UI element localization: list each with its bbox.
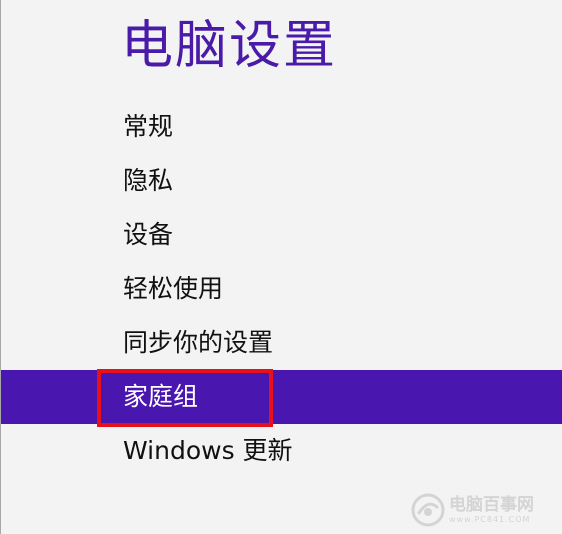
nav-item-windows-update[interactable]: Windows 更新 bbox=[1, 424, 562, 478]
nav-item-label: 家庭组 bbox=[123, 382, 199, 411]
nav-item-privacy[interactable]: 隐私 bbox=[1, 154, 562, 208]
pc-settings-window: 电脑设置 常规 隐私 设备 轻松使用 同步你的设置 家庭组 Windows 更新 bbox=[0, 0, 562, 534]
nav-item-label: 常规 bbox=[123, 112, 174, 141]
watermark-subtext: www.PC841.COM bbox=[449, 514, 531, 524]
watermark-text: 电脑百事网 bbox=[449, 494, 534, 515]
nav-item-general[interactable]: 常规 bbox=[1, 100, 562, 154]
nav-item-label: 隐私 bbox=[123, 166, 174, 195]
nav-item-homegroup[interactable]: 家庭组 bbox=[1, 370, 562, 424]
nav-item-label: 设备 bbox=[123, 220, 174, 249]
nav-item-sync-settings[interactable]: 同步你的设置 bbox=[1, 316, 562, 370]
nav-item-ease-of-access[interactable]: 轻松使用 bbox=[1, 262, 562, 316]
watermark: 电脑百事网 www.PC841.COM bbox=[411, 492, 534, 528]
nav-item-label: 同步你的设置 bbox=[123, 328, 274, 357]
settings-nav-list: 常规 隐私 设备 轻松使用 同步你的设置 家庭组 Windows 更新 bbox=[1, 100, 562, 478]
page-title: 电脑设置 bbox=[121, 16, 338, 76]
nav-item-label: 轻松使用 bbox=[123, 274, 224, 303]
nav-item-devices[interactable]: 设备 bbox=[1, 208, 562, 262]
watermark-logo-icon bbox=[411, 493, 445, 527]
nav-item-label: Windows 更新 bbox=[123, 436, 293, 465]
